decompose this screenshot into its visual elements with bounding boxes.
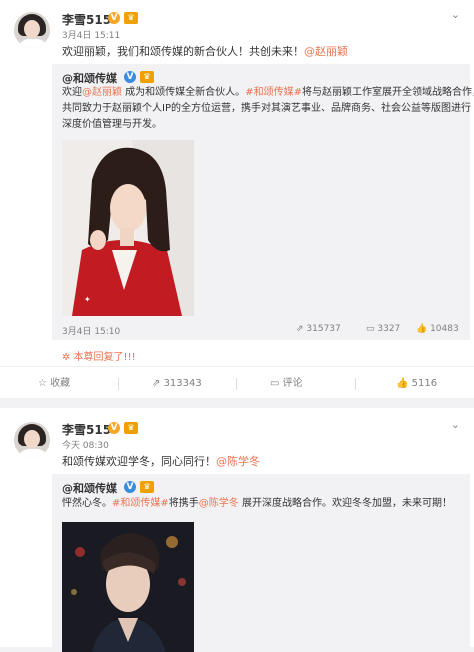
verified-badge-icon: V [124, 481, 136, 493]
share-icon: ⇗ [296, 324, 307, 334]
repost-text-part: 将与赵丽颖工作室展开全领域战略合作， [301, 87, 474, 98]
repost-time[interactable]: 3月4日 15:10 [62, 327, 120, 337]
comment-icon: ▭ [366, 324, 378, 334]
repost-text-line: 共同致力于赵丽颖个人IP的全方位运营，携手对其演艺事业、品牌商务、社会公益等版图… [62, 103, 471, 114]
comment-label: 评论 [282, 378, 303, 389]
crown-icon: ♛ [124, 12, 138, 24]
like-button[interactable]: 👍 5116 [396, 367, 437, 401]
weibo-post-1: 李雪515 V ♛ ⌄ 3月4日 15:11 欢迎丽颖，我们和颂传媒的新合伙人！… [0, 0, 474, 398]
photo-chen-xuedong[interactable] [62, 522, 194, 652]
comment-action[interactable]: ▭ 3327 [366, 324, 400, 334]
like-count: 10483 [430, 324, 459, 334]
share-count: 313343 [163, 378, 202, 389]
post-time[interactable]: 3月4日 15:11 [62, 28, 120, 41]
crown-icon: ♛ [124, 422, 138, 434]
comment-icon: ▭ [270, 378, 283, 389]
comment-count: 3327 [377, 324, 401, 334]
repost-text-part: 将携手 [168, 498, 199, 509]
photo-zhao-liying[interactable]: ✦ [62, 140, 194, 316]
repost-author[interactable]: @和颂传媒 [62, 480, 117, 496]
mention-link[interactable]: @赵丽颖 [82, 87, 122, 98]
username[interactable]: 李雪515 [62, 11, 111, 28]
post-text: 欢迎丽颖，我们和颂传媒的新合伙人！共创未来！@赵丽颖 [62, 43, 348, 59]
divider [236, 378, 237, 390]
share-icon: ⇗ [152, 378, 164, 389]
verified-badge-icon: V [124, 71, 136, 83]
share-count: 315737 [306, 324, 341, 334]
avatar[interactable] [14, 12, 50, 48]
repost-text-part: 成为和颂传媒全新合伙人。 [122, 87, 246, 98]
like-count: 5116 [411, 378, 438, 389]
comment-button[interactable]: ▭ 评论 [270, 367, 303, 401]
share-action[interactable]: ⇗ 315737 [296, 324, 341, 334]
topic-link[interactable]: #和颂传媒# [245, 87, 302, 98]
crown-icon: ♛ [140, 481, 154, 493]
repost-text-line: 深度价值管理与开发。 [62, 119, 162, 130]
avatar[interactable] [14, 422, 50, 458]
repost-card: @和颂传媒 V ♛ 欢迎@赵丽颖 成为和颂传媒全新合伙人。#和颂传媒#将与赵丽颖… [52, 64, 474, 340]
chevron-down-icon[interactable]: ⌄ [451, 418, 460, 431]
repost-text: 欢迎@赵丽颖 成为和颂传媒全新合伙人。#和颂传媒#将与赵丽颖工作室展开全领域战略… [62, 85, 474, 133]
repost-text-part: 展开深度战略合作。欢迎冬冬加盟，未来可期！ [238, 498, 452, 509]
topic-link[interactable]: #和颂传媒# [112, 498, 169, 509]
favorite-label: 收藏 [50, 378, 71, 389]
crown-icon: ♛ [140, 71, 154, 83]
repost-text-part: 怦然心冬。 [62, 498, 112, 509]
like-action[interactable]: 👍 10483 [416, 324, 459, 334]
reply-note-text: 本尊回复了!!! [73, 352, 136, 363]
mention-link[interactable]: @陈学冬 [216, 455, 260, 468]
mention-link[interactable]: @赵丽颖 [304, 45, 348, 58]
post-text-body: 欢迎丽颖，我们和颂传媒的新合伙人！共创未来！ [62, 45, 304, 58]
repost-footer: 3月4日 15:10 [62, 324, 460, 337]
chevron-down-icon[interactable]: ⌄ [451, 8, 460, 21]
like-icon: 👍 [416, 324, 431, 334]
username[interactable]: 李雪515 [62, 421, 111, 438]
repost-text-part: 欢迎 [62, 87, 82, 98]
sparkle-icon: ✲ [62, 352, 74, 363]
repost-text: 怦然心冬。#和颂传媒#将携手@陈学冬 展开深度战略合作。欢迎冬冬加盟，未来可期！ [62, 496, 462, 512]
action-bar: ☆ 收藏 ⇗ 313343 ▭ 评论 👍 5116 [0, 366, 474, 401]
share-button[interactable]: ⇗ 313343 [152, 367, 202, 401]
divider [118, 378, 119, 390]
reply-note[interactable]: ✲ 本尊回复了!!! [62, 348, 136, 363]
star-icon: ☆ [38, 378, 51, 389]
repost-card: @和颂传媒 V ♛ 怦然心冬。#和颂传媒#将携手@陈学冬 展开深度战略合作。欢迎… [52, 474, 470, 652]
like-icon: 👍 [396, 378, 412, 389]
verified-badge-icon: V [108, 422, 120, 434]
favorite-button[interactable]: ☆ 收藏 [38, 367, 70, 401]
divider [355, 378, 356, 390]
portrait-illustration: ✦ [62, 140, 194, 316]
post-time[interactable]: 今天 08:30 [62, 438, 109, 451]
portrait-illustration [62, 522, 194, 652]
repost-author[interactable]: @和颂传媒 [62, 70, 117, 86]
post-text: 和颂传媒欢迎学冬，同心同行！@陈学冬 [62, 453, 260, 469]
mention-link[interactable]: @陈学冬 [199, 498, 239, 509]
svg-text:✦: ✦ [84, 295, 91, 304]
verified-badge-icon: V [108, 12, 120, 24]
weibo-post-2: 李雪515 V ♛ ⌄ 今天 08:30 和颂传媒欢迎学冬，同心同行！@陈学冬 … [0, 408, 474, 652]
post-text-body: 和颂传媒欢迎学冬，同心同行！ [62, 455, 216, 468]
